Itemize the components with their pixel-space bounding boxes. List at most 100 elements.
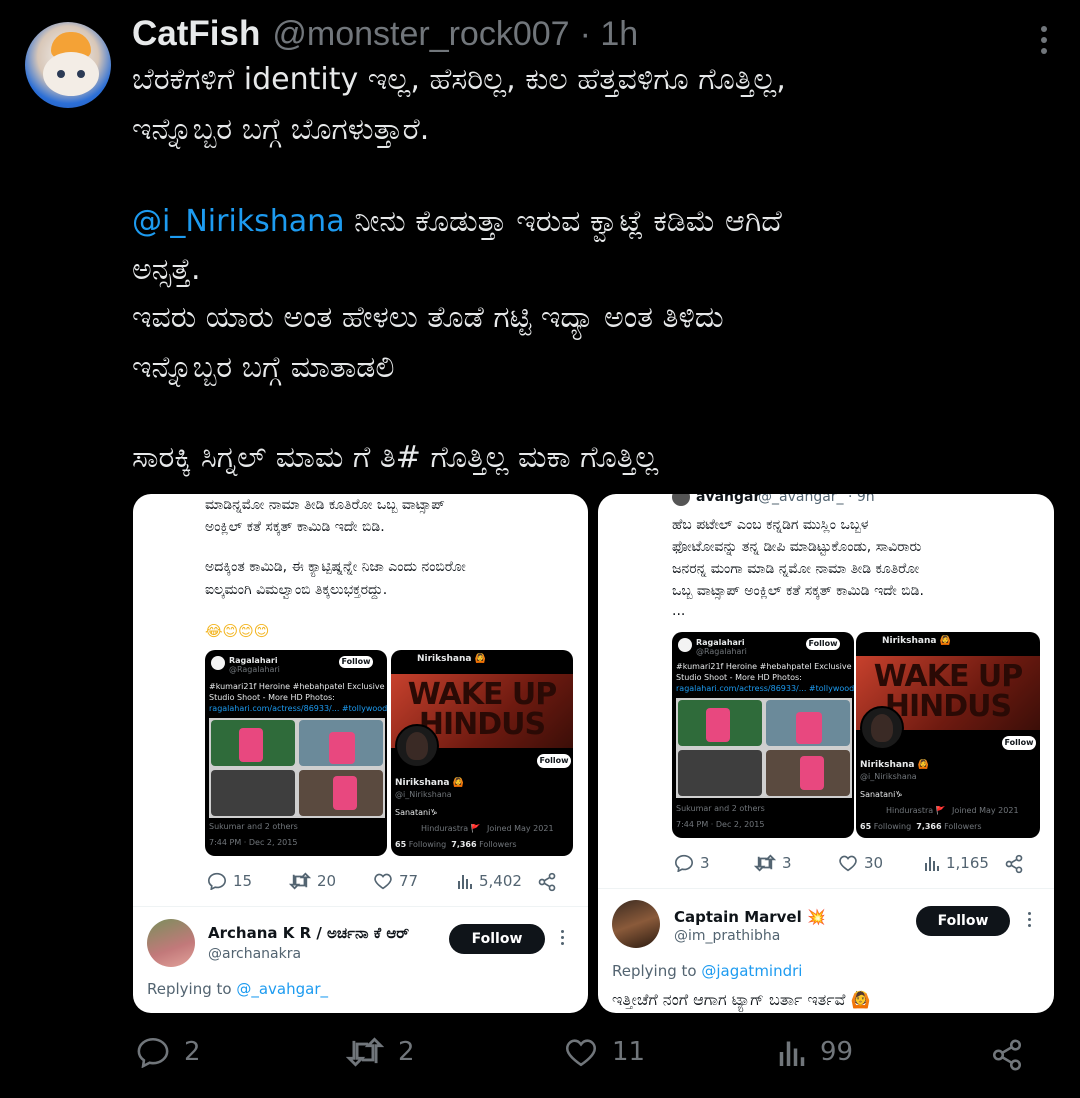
shot-follow-counts: 65 Following 7,366 Followers	[395, 840, 517, 849]
shot-follow: Follow	[339, 656, 373, 668]
tweet-line: ಇನ್ನೊಬ್ಬರ ಬಗ್ಗೆ ಮಾತಾಡಲಿ	[132, 350, 395, 385]
shot-handle: @Ragalahari	[696, 647, 747, 656]
shot-account: Ragalahari	[229, 656, 278, 665]
like-metric[interactable]: 30	[838, 854, 883, 872]
retweet-icon	[754, 854, 776, 872]
reply-avatar[interactable]	[147, 919, 195, 967]
views-icon	[779, 1041, 805, 1066]
shot-liked-by: Sukumar and 2 others	[676, 804, 765, 813]
right-image-card[interactable]: avangar @_avangar_ · 9h ಹೆಬ ಪಟೇಲ್ ಎಂಬ ಕನ…	[598, 494, 1054, 1013]
profile-avatar	[395, 724, 439, 768]
tweet-line-text: ನೀನು ಕೊಡುತ್ತಾ ಇರುವ ಕ್ವಾಟ್ಲೆ ಕಡಿಮೆ ಆಗಿದೆ	[344, 204, 782, 239]
reply-user-handle[interactable]: @archanakra	[208, 946, 301, 962]
tweet-header: CatFish @monster_rock007 · 1h	[132, 14, 638, 60]
views-action[interactable]: 99	[778, 1036, 853, 1068]
views-icon	[458, 875, 472, 889]
shot-profile-name: Nirikshana 🙆	[417, 654, 486, 664]
card-text-line: ಐಲ್ಕಮಂಗಿ ವಿಮಲ್ವಾಂಬಿ ತಿಕ್ಕಲುಭಕ್ತರದ್ದು.	[205, 582, 388, 598]
card-text-line: ಜನರನ್ನ ಮಂಗಾ ಮಾಡಿ ನ್ನಮೋ ನಾಮಾ ತೀಡಿ ಕೂತಿರೋ	[672, 561, 920, 577]
reply-action[interactable]: 2	[136, 1036, 201, 1068]
shot-location: Hindurastra 🚩	[886, 806, 946, 815]
ragalahari-logo-icon	[678, 638, 692, 652]
reply-icon	[674, 854, 694, 872]
more-vertical-icon[interactable]	[1028, 912, 1032, 932]
shot-joined: Joined May 2021	[952, 806, 1019, 815]
shot-profile-handle: @i_Nirikshana	[860, 772, 917, 781]
retweet-action[interactable]: 2	[346, 1036, 415, 1068]
reply-user-name[interactable]: Captain Marvel 💥	[674, 908, 826, 926]
author-handle[interactable]: @monster_rock007	[272, 15, 569, 54]
shot-joined: Joined May 2021	[487, 824, 554, 833]
shot-text: Studio Shoot - More HD Photos:	[209, 693, 335, 702]
like-icon	[839, 855, 857, 872]
reply-icon	[137, 1037, 169, 1068]
shot-link: ragalahari.com/actress/86933/... #tollyw…	[676, 684, 854, 693]
card-text-line: ಮಾಡಿನ್ನಮೋ ನಾಮಾ ತೀಡಿ ಕೂತಿರೋ ಒಬ್ಬ ವಾಟ್ಸಾಪ್	[205, 497, 445, 513]
top-handle: @_avangar_ · 9h	[758, 494, 875, 505]
replying-to-link[interactable]: @jagatmindri	[701, 962, 802, 980]
left-image-card[interactable]: ಮಾಡಿನ್ನಮೋ ನಾಮಾ ತೀಡಿ ಕೂತಿರೋ ಒಬ್ಬ ವಾಟ್ಸಾಪ್…	[133, 494, 588, 1013]
tweet-line-mention: @i_Nirikshana ನೀನು ಕೊಡುತ್ತಾ ಇರುವ ಕ್ವಾಟ್ಲ…	[132, 204, 782, 239]
share-icon[interactable]	[1004, 854, 1024, 878]
retweet-metric[interactable]: 3	[754, 854, 792, 872]
views-metric[interactable]: 1,165	[924, 854, 989, 872]
tweet-line: ಇವರು ಯಾರು ಅಂತ ಹೇಳಲು ತೊಡೆ ಗಟ್ಟಿ ಇದ್ಯಾ ಅಂತ…	[132, 300, 724, 335]
card-text-line: ...	[672, 603, 686, 619]
profile-avatar	[860, 706, 904, 750]
shot-follow: Follow	[537, 754, 571, 768]
shot-follow-counts: 65 Following 7,366 Followers	[860, 822, 982, 831]
reply-metric[interactable]: 3	[674, 854, 710, 872]
banner-text: WAKE UP	[873, 659, 1024, 694]
shot-text: #kumari21f Heroine #hebahpatel Exclusive	[676, 662, 852, 671]
follow-button[interactable]: Follow	[916, 906, 1010, 936]
top-author: avangar	[696, 494, 761, 505]
follow-button[interactable]: Follow	[449, 924, 545, 954]
shot-timestamp: 7:44 PM · Dec 2, 2015	[209, 838, 298, 847]
more-vertical-icon[interactable]	[1038, 26, 1050, 56]
views-metric[interactable]: 5,402	[457, 872, 522, 890]
share-icon[interactable]	[990, 1038, 1024, 1076]
photo-grid	[209, 718, 385, 818]
reply-icon	[207, 872, 227, 890]
like-metric[interactable]: 77	[373, 872, 418, 890]
more-vertical-icon[interactable]	[561, 930, 565, 950]
shot-text: Studio Shoot - More HD Photos:	[676, 673, 802, 682]
retweet-metric[interactable]: 20	[289, 872, 336, 890]
replying-to-link[interactable]: @_avahgar_	[236, 980, 328, 998]
shot-timestamp: 7:44 PM · Dec 2, 2015	[676, 820, 765, 829]
ragalahari-logo-icon	[211, 656, 225, 670]
reply-user-name[interactable]: Archana K R / ಅರ್ಚನಾ ಕೆ ಆರ್	[208, 924, 409, 942]
share-icon[interactable]	[537, 872, 557, 896]
mention-link[interactable]: @i_Nirikshana	[132, 204, 345, 239]
author-name[interactable]: CatFish	[132, 14, 260, 54]
reply-text: ಇತ್ತೀಚೆಗೆ ನಂಗೆ ಆಗಾಗ ಟ್ಯಾಗ್ ಬರ್ತಾ ಇರ್ತವೆ …	[612, 990, 871, 1009]
tweet-line: ಸಾರಕ್ಕಿ ಸಿಗ್ನಲ್ ಮಾಮ ಗೆ ತಿ# ಗೊತ್ತಿಲ್ಲ ಮಕಾ…	[132, 440, 659, 475]
embedded-profile-screenshot: Nirikshana 🙆 WAKE UP HINDUS Follow Nirik…	[856, 632, 1040, 838]
shot-text: #kumari21f Heroine #hebahpatel Exclusive	[209, 682, 385, 691]
tweet-time[interactable]: · 1h	[580, 15, 639, 54]
embedded-post-screenshot: Ragalahari @Ragalahari Follow #kumari21f…	[205, 650, 387, 856]
card-text-line: ಹೆಬ ಪಟೇಲ್ ಎಂಬ ಕನ್ನಡಿಗ ಮುಸ್ಲಿಂ ಒಬ್ಬಳ	[672, 517, 869, 533]
reply-metric[interactable]: 15	[207, 872, 252, 890]
replying-to: Replying to @jagatmindri	[612, 962, 803, 980]
card-text-line: ಫೋಟೋವನ್ನು ತನ್ನ ಡೀಪಿ ಮಾಡಿಟ್ಟುಕೊಂಡು, ಸಾವಿರ…	[672, 539, 922, 555]
tweet-line: ಬೆರಕೆಗಳಿಗೆ identity ಇಲ್ಲ, ಹೆಸರಿಲ್ಲ, ಕುಲ …	[132, 62, 786, 97]
reply-avatar[interactable]	[612, 900, 660, 948]
like-action[interactable]: 11	[564, 1036, 645, 1068]
views-icon	[925, 857, 939, 871]
tweet-line: ಅನ್ಸತ್ತೆ.	[132, 252, 201, 287]
photo-grid	[676, 698, 852, 798]
tweet-line: ಇನ್ನೊಬ್ಬರ ಬಗ್ಗೆ ಬೊಗಳುತ್ತಾರೆ.	[132, 112, 430, 147]
retweet-icon	[289, 872, 311, 890]
reply-user-handle[interactable]: @im_prathibha	[674, 928, 780, 944]
avatar[interactable]	[25, 22, 111, 108]
retweet-icon	[346, 1037, 384, 1067]
card-text-line: ಒಬ್ಬ ವಾಟ್ಸಾಪ್ ಅಂಕ್ಲಿಲ್ ಕತೆ ಸಕ್ಕತ್ ಕಾಮಿಡಿ…	[672, 583, 924, 599]
embedded-post-screenshot: Ragalahari @Ragalahari Follow #kumari21f…	[672, 632, 854, 838]
shot-handle: @Ragalahari	[229, 665, 280, 674]
card-text-line: ಅಂಕ್ಲಿಲ್ ಕತೆ ಸಕ್ಕತ್ ಕಾಮಿಡಿ ಇದೇ ಬಿಡಿ.	[205, 519, 385, 535]
replying-to: Replying to @_avahgar_	[147, 980, 329, 998]
banner-text: WAKE UP	[407, 677, 558, 712]
shot-location: Hindurastra 🚩	[421, 824, 481, 833]
like-icon	[374, 873, 392, 890]
